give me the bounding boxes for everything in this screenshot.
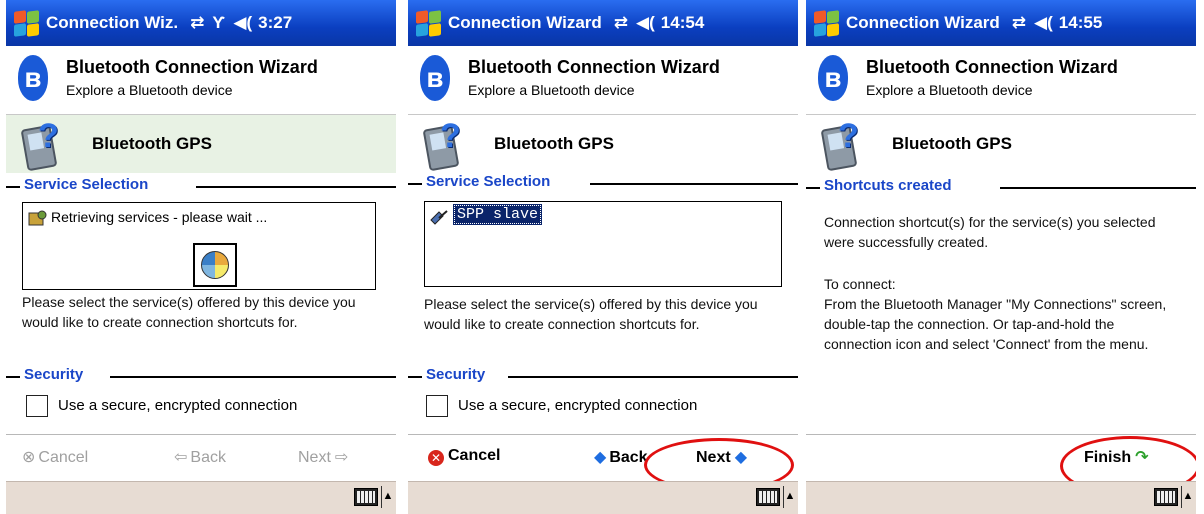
back-button[interactable]: ⇦ Back [174,447,226,467]
services-list[interactable]: SPP slave [424,201,782,287]
next-arrow-icon: ⇨ [334,449,349,466]
screen-service-selected: Connection Wizard ⇄ ◀( 14:54 ʙ Bluetooth… [408,0,798,514]
window-title: Connection Wizard [846,13,1000,32]
secure-connection-checkbox[interactable] [26,395,48,417]
unknown-device-icon: ? [20,117,62,172]
cancel-icon: ⊗ [22,449,36,466]
wizard-header: ʙ Bluetooth Connection Wizard Explore a … [6,46,396,115]
section-security: Security [6,366,396,388]
checkbox-label: Use a secure, encrypted connection [458,397,698,414]
wizard-title: Bluetooth Connection Wizard [468,57,720,77]
secure-connection-checkbox[interactable] [426,395,448,417]
window-title: Connection Wiz. [46,13,179,32]
section-shortcuts-created: Shortcuts created [806,177,1196,199]
wizard-header: ʙ Bluetooth Connection Wizard Explore a … [408,46,798,115]
secure-connection-checkbox-row[interactable]: Use a secure, encrypted connection [26,395,366,419]
speaker-icon[interactable]: ◀( [1034,13,1053,33]
section-service-selection: Service Selection [408,173,798,195]
bluetooth-icon: ʙ [818,55,848,101]
input-panel-arrow-icon[interactable]: ▲ [1181,486,1194,508]
wizard-subtitle: Explore a Bluetooth device [66,82,233,98]
connectivity-icon[interactable]: ⇄ [1012,13,1026,33]
title-bar: Connection Wizard ⇄ ◀( 14:54 [408,0,798,46]
input-panel-arrow-icon[interactable]: ▲ [381,486,394,508]
next-arrow-icon: ◆ [734,449,747,466]
serial-port-icon [429,208,451,226]
speaker-icon[interactable]: ◀( [233,13,252,33]
taskbar: ▲ [408,481,798,514]
back-button[interactable]: ◆ Back [594,447,648,467]
instructions-text: Please select the service(s) offered by … [424,296,758,332]
wizard-title: Bluetooth Connection Wizard [66,57,318,77]
section-label: Security [426,366,490,383]
device-name: Bluetooth GPS [494,134,614,153]
taskbar: ▲ [6,481,396,514]
secure-connection-checkbox-row[interactable]: Use a secure, encrypted connection [426,395,766,419]
keyboard-icon[interactable] [756,488,780,506]
cancel-button[interactable]: ✕ Cancel [428,447,500,466]
wizard-header: ʙ Bluetooth Connection Wizard Explore a … [806,46,1196,115]
speaker-icon[interactable]: ◀( [636,13,655,33]
keyboard-icon[interactable] [354,488,378,506]
back-arrow-icon: ◆ [594,449,607,466]
title-bar: Connection Wizard ⇄ ◀( 14:55 [806,0,1196,46]
next-button[interactable]: Next ⇨ [298,447,348,467]
back-arrow-icon: ⇦ [174,449,188,466]
section-service-selection: Service Selection [6,176,396,198]
screen-shortcuts-created: Connection Wizard ⇄ ◀( 14:55 ʙ Bluetooth… [806,0,1196,514]
cancel-icon: ✕ [428,450,444,466]
command-bar: ✕ Cancel ◆ Back Next ◆ [408,434,798,481]
input-panel-arrow-icon[interactable]: ▲ [783,486,796,508]
antenna-icon[interactable]: Ƴ [212,13,225,33]
section-label: Security [24,366,88,383]
keyboard-icon[interactable] [1154,488,1178,506]
window-title: Connection Wizard [448,13,602,32]
connect-instructions: To connect: From the Bluetooth Manager "… [824,276,1167,352]
wizard-title: Bluetooth Connection Wizard [866,57,1118,77]
section-label: Shortcuts created [824,177,956,194]
connectivity-icon[interactable]: ⇄ [190,13,204,33]
section-label: Service Selection [426,173,555,190]
finish-button[interactable]: Finish ↷ [1084,447,1149,467]
device-row: ? Bluetooth GPS [408,115,798,173]
list-status-text: Retrieving services - please wait ... [51,209,268,225]
bluetooth-icon: ʙ [420,55,450,101]
finish-arrow-icon: ↷ [1135,449,1149,466]
bluetooth-icon: ʙ [18,55,48,101]
wizard-subtitle: Explore a Bluetooth device [468,82,635,98]
command-bar: Finish ↷ [806,434,1196,481]
device-row: ? Bluetooth GPS [6,115,396,173]
busy-wait-icon [193,243,237,287]
start-icon[interactable] [12,8,42,38]
taskbar: ▲ [806,481,1196,514]
services-list[interactable]: Retrieving services - please wait ... [22,202,376,290]
instructions-text: Please select the service(s) offered by … [22,294,356,330]
clock[interactable]: 3:27 [258,13,292,33]
device-row: ? Bluetooth GPS [806,115,1196,173]
next-button[interactable]: Next ◆ [696,447,747,467]
success-message: Connection shortcut(s) for the service(s… [824,214,1156,250]
clock[interactable]: 14:54 [661,13,704,33]
connectivity-icon[interactable]: ⇄ [614,13,628,33]
wizard-subtitle: Explore a Bluetooth device [866,82,1033,98]
start-icon[interactable] [414,8,444,38]
command-bar: ⊗ Cancel ⇦ Back Next ⇨ [6,434,396,481]
unknown-device-icon: ? [422,117,464,172]
device-name: Bluetooth GPS [892,134,1012,153]
title-bar: Connection Wiz. ⇄ Ƴ ◀( 3:27 [6,0,396,46]
clock[interactable]: 14:55 [1059,13,1102,33]
unknown-device-icon: ? [820,117,862,172]
checkbox-label: Use a secure, encrypted connection [58,397,298,414]
device-name: Bluetooth GPS [92,134,212,153]
cancel-button[interactable]: ⊗ Cancel [22,447,88,467]
start-icon[interactable] [812,8,842,38]
section-label: Service Selection [24,176,153,193]
screen-retrieving-services: Connection Wiz. ⇄ Ƴ ◀( 3:27 ʙ Bluetooth … [6,0,396,514]
service-search-icon [27,209,49,227]
section-security: Security [408,366,798,388]
service-item-spp-slave[interactable]: SPP slave [453,204,543,225]
